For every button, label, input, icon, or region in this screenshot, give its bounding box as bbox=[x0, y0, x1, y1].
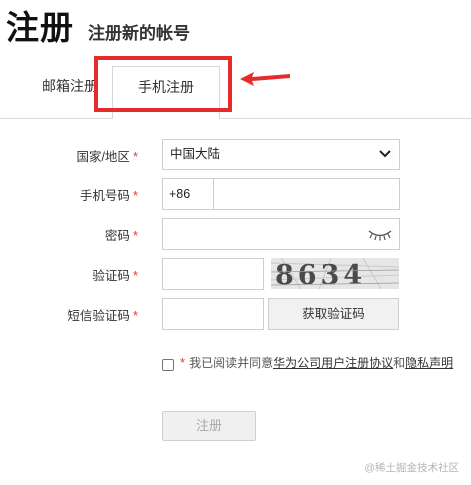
captcha-image[interactable]: 8634 bbox=[271, 258, 399, 289]
agreement-text: * 我已阅读并同意华为公司用户注册协议和隐私声明 bbox=[180, 355, 454, 370]
arrow-annotation-icon bbox=[240, 72, 290, 86]
region-select-value: 中国大陆 bbox=[170, 147, 221, 161]
required-mark: * bbox=[132, 268, 138, 283]
required-mark: * bbox=[180, 355, 186, 370]
required-mark: * bbox=[132, 228, 138, 243]
region-label: 国家/地区 * bbox=[76, 149, 138, 164]
watermark: @稀土掘金技术社区 bbox=[364, 462, 459, 474]
page-title: 注册 bbox=[6, 9, 74, 46]
password-label: 密码 * bbox=[104, 228, 138, 243]
privacy-statement-link[interactable]: 隐私声明 bbox=[405, 356, 453, 370]
register-submit-button[interactable]: 注册 bbox=[162, 411, 256, 441]
sms-code-input[interactable] bbox=[162, 298, 264, 330]
captcha-input[interactable] bbox=[162, 258, 264, 290]
country-code-field[interactable]: +86 bbox=[162, 178, 214, 210]
sms-code-label: 短信验证码 * bbox=[67, 308, 138, 323]
agreement-checkbox[interactable] bbox=[162, 359, 174, 371]
captcha-label: 验证码 * bbox=[92, 268, 138, 283]
page-subtitle: 注册新的帐号 bbox=[88, 24, 190, 43]
required-mark: * bbox=[132, 149, 138, 164]
tabs-divider bbox=[0, 118, 471, 119]
tab-phone-register[interactable]: 手机注册 bbox=[112, 66, 220, 119]
required-mark: * bbox=[132, 308, 138, 323]
region-select[interactable]: 中国大陆 bbox=[162, 139, 400, 170]
eye-closed-icon[interactable] bbox=[367, 227, 393, 241]
phone-number-input[interactable] bbox=[213, 178, 400, 210]
chevron-down-icon bbox=[379, 150, 391, 158]
phone-label: 手机号码 * bbox=[79, 188, 138, 203]
get-sms-code-button[interactable]: 获取验证码 bbox=[268, 298, 399, 330]
tab-email-register[interactable]: 邮箱注册 bbox=[30, 66, 110, 112]
password-input[interactable] bbox=[162, 218, 400, 250]
user-agreement-link[interactable]: 华为公司用户注册协议 bbox=[273, 356, 393, 370]
required-mark: * bbox=[132, 188, 138, 203]
